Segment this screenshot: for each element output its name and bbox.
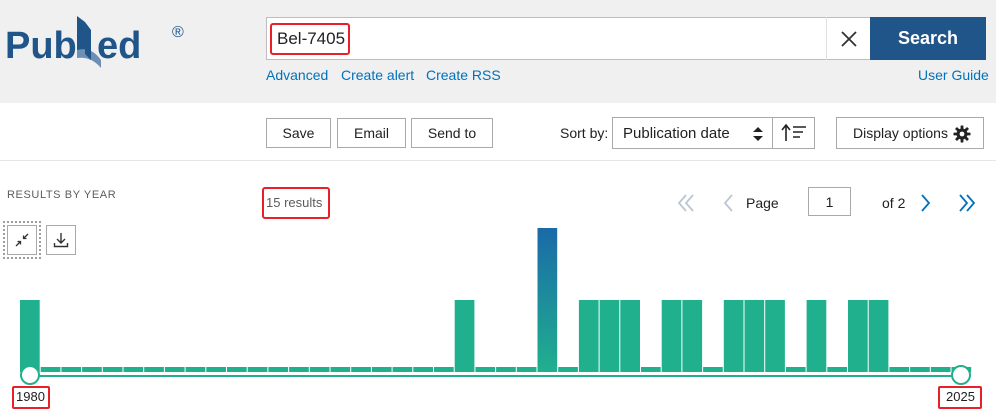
year-bar-1991[interactable] <box>247 367 268 372</box>
sort-select-value: Publication date <box>623 124 730 142</box>
search-button[interactable]: Search <box>870 17 986 60</box>
year-bar-2010[interactable] <box>641 367 661 372</box>
email-button[interactable]: Email <box>337 118 406 148</box>
results-count: 15 results <box>266 195 323 210</box>
year-bar-2019[interactable] <box>827 367 847 372</box>
sort-select[interactable]: Publication date <box>612 117 773 149</box>
first-page-button[interactable] <box>671 188 701 218</box>
year-bar-1995[interactable] <box>330 367 351 372</box>
year-bar-1985[interactable] <box>123 367 144 372</box>
search-input[interactable] <box>271 23 811 54</box>
year-bar-1998[interactable] <box>392 367 413 372</box>
page-total-label: of 2 <box>882 195 906 211</box>
gear-icon <box>953 125 971 143</box>
year-bar-1988[interactable] <box>185 367 206 372</box>
year-bar-1992[interactable] <box>268 367 289 372</box>
year-bar-2001[interactable] <box>454 300 475 372</box>
last-page-button[interactable] <box>952 188 982 218</box>
year-bar-2022[interactable] <box>889 367 910 372</box>
year-bar-2020[interactable] <box>848 300 868 372</box>
year-bar-1982[interactable] <box>61 367 82 372</box>
year-bar-1981[interactable] <box>40 367 61 372</box>
double-chevron-left-icon <box>677 194 694 212</box>
site-header: Pub ed ® Search Advanced Create alert Cr… <box>0 0 996 103</box>
start-year-label: 1980 <box>16 389 45 404</box>
chevron-right-icon <box>921 194 931 212</box>
svg-text:Pub: Pub <box>5 25 77 67</box>
sort-order-icon <box>780 123 806 141</box>
send-to-button[interactable]: Send to <box>411 118 493 148</box>
year-bar-1983[interactable] <box>82 367 102 372</box>
chevron-left-icon <box>723 194 733 212</box>
page-label: Page <box>746 195 779 211</box>
create-alert-link[interactable]: Create alert <box>341 67 414 83</box>
year-bar-2002[interactable] <box>475 367 496 372</box>
year-bar-2024[interactable] <box>930 367 951 372</box>
toolbar-divider <box>0 160 996 161</box>
year-bar-2016[interactable] <box>765 300 785 372</box>
year-bar-2013[interactable] <box>703 367 723 372</box>
year-bar-1986[interactable] <box>144 367 164 372</box>
page-number-input[interactable] <box>808 187 851 216</box>
results-by-year-label: RESULTS BY YEAR <box>7 189 117 201</box>
sort-by-label: Sort by: <box>560 125 609 141</box>
year-bar-1990[interactable] <box>227 367 247 372</box>
year-bar-2005[interactable] <box>537 228 558 372</box>
year-bar-2008[interactable] <box>599 300 620 372</box>
year-bar-1994[interactable] <box>309 367 330 372</box>
year-bar-1980[interactable] <box>20 300 40 372</box>
year-bar-1993[interactable] <box>289 367 309 372</box>
sort-order-button[interactable] <box>772 117 815 149</box>
year-bar-2018[interactable] <box>806 300 827 372</box>
double-chevron-right-icon <box>959 194 976 212</box>
year-bar-1987[interactable] <box>164 367 185 372</box>
select-arrows-icon <box>753 127 763 141</box>
year-bar-2003[interactable] <box>496 367 516 372</box>
clear-search-button[interactable] <box>826 17 870 60</box>
year-bar-1999[interactable] <box>413 367 433 372</box>
year-bar-2011[interactable] <box>661 300 682 372</box>
advanced-search-link[interactable]: Advanced <box>266 67 328 83</box>
year-bar-2009[interactable] <box>620 300 640 372</box>
year-bar-1984[interactable] <box>102 367 123 372</box>
year-bar-1997[interactable] <box>371 367 392 372</box>
year-bar-2012[interactable] <box>682 300 703 372</box>
svg-text:®: ® <box>172 24 184 41</box>
year-bar-2023[interactable] <box>910 367 930 372</box>
year-bar-1989[interactable] <box>206 367 226 372</box>
user-guide-link[interactable]: User Guide <box>918 67 989 83</box>
year-bar-2014[interactable] <box>723 300 744 372</box>
search-box <box>266 17 870 60</box>
results-by-year-chart <box>20 228 972 385</box>
year-bar-2015[interactable] <box>744 300 765 372</box>
save-button[interactable]: Save <box>266 118 331 148</box>
year-bar-1996[interactable] <box>351 367 371 372</box>
display-options-label: Display options <box>853 125 948 141</box>
create-rss-link[interactable]: Create RSS <box>426 67 501 83</box>
year-bar-2004[interactable] <box>516 367 537 372</box>
year-bar-2000[interactable] <box>434 367 454 372</box>
year-bar-2021[interactable] <box>868 300 889 372</box>
year-bar-2006[interactable] <box>558 367 578 372</box>
end-year-handle[interactable] <box>951 365 971 385</box>
pubmed-logo[interactable]: Pub ed ® <box>5 10 200 74</box>
close-icon <box>840 30 857 47</box>
previous-page-button[interactable] <box>713 188 743 218</box>
display-options-button[interactable]: Display options <box>836 117 984 149</box>
svg-text:ed: ed <box>97 25 141 67</box>
start-year-handle[interactable] <box>20 365 40 385</box>
year-bar-2017[interactable] <box>785 367 806 372</box>
end-year-label: 2025 <box>946 389 975 404</box>
next-page-button[interactable] <box>911 188 941 218</box>
year-bar-2007[interactable] <box>578 300 599 372</box>
